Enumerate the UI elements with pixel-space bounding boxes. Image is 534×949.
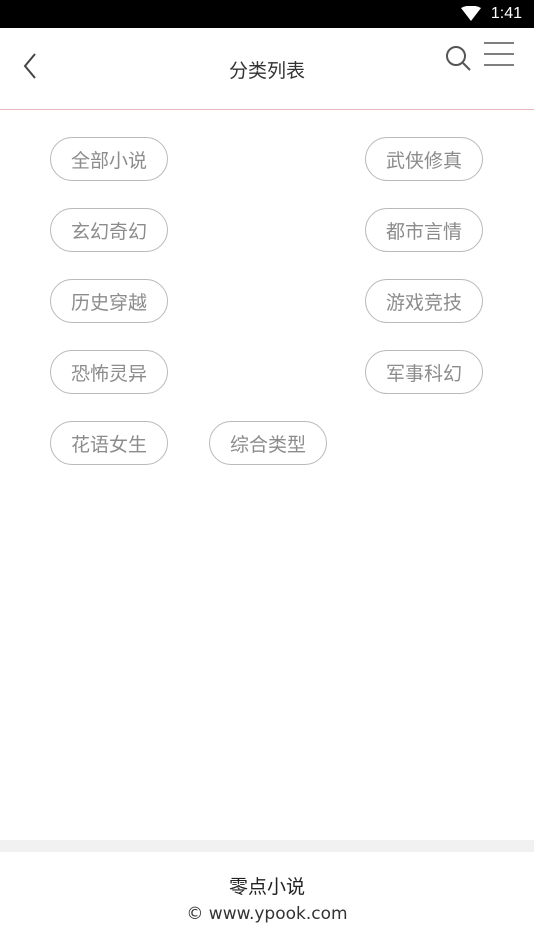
wifi-icon <box>460 6 481 22</box>
search-button[interactable] <box>444 44 474 74</box>
category-tag[interactable]: 综合类型 <box>209 421 327 465</box>
category-tag[interactable]: 全部小说 <box>50 137 168 181</box>
category-tag[interactable]: 恐怖灵异 <box>50 350 168 394</box>
category-tag[interactable]: 军事科幻 <box>365 350 483 394</box>
category-tag[interactable]: 武侠修真 <box>365 137 483 181</box>
menu-icon <box>484 42 514 66</box>
menu-button[interactable] <box>482 40 516 70</box>
category-list: 全部小说 武侠修真 玄幻奇幻 都市言情 历史穿越 游戏竞技 恐怖灵异 军事科幻 … <box>0 110 534 840</box>
category-tag[interactable]: 都市言情 <box>365 208 483 252</box>
footer-copyright[interactable]: © www.ypook.com <box>0 904 534 924</box>
category-tag[interactable]: 历史穿越 <box>50 279 168 323</box>
category-tag[interactable]: 花语女生 <box>50 421 168 465</box>
status-time: 1:41 <box>490 5 522 22</box>
footer: 零点小说 © www.ypook.com <box>0 852 534 949</box>
status-bar: 1:41 <box>0 0 534 28</box>
footer-divider <box>0 840 534 852</box>
search-icon <box>446 46 471 71</box>
category-tag[interactable]: 玄幻奇幻 <box>50 208 168 252</box>
footer-app-name: 零点小说 <box>228 876 305 898</box>
app-header: 分类列表 <box>0 28 534 110</box>
category-tag[interactable]: 游戏竞技 <box>365 279 483 323</box>
